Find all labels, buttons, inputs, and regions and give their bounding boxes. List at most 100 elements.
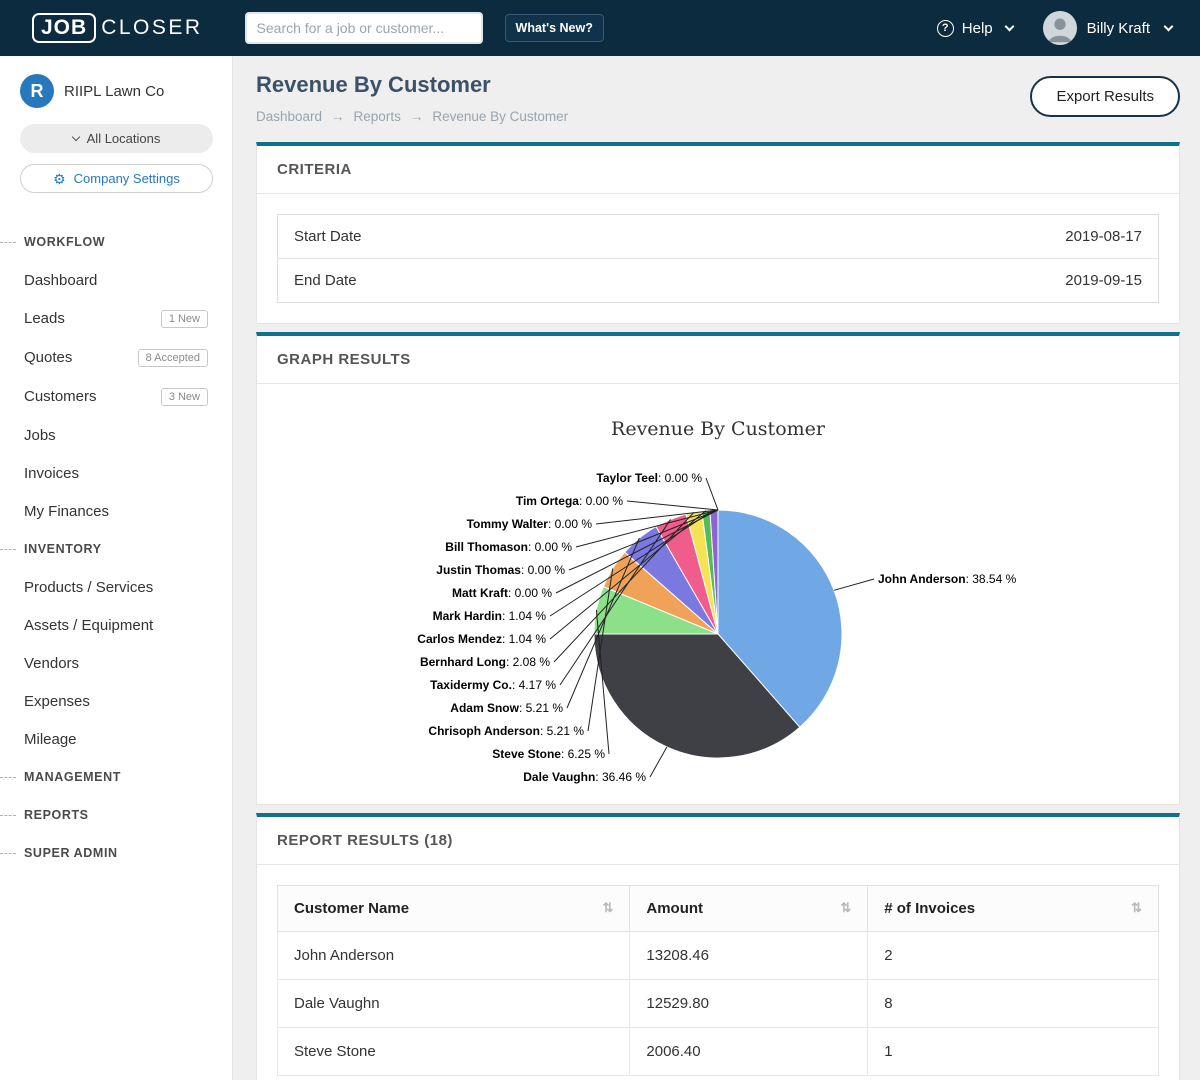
sidebar-item-label: Jobs (24, 427, 56, 444)
pie-label-line (706, 478, 718, 510)
whats-new-button[interactable]: What's New? (505, 14, 604, 42)
tree-dash-icon (0, 549, 16, 550)
help-icon: ? (937, 20, 954, 37)
sidebar-item-label: Invoices (24, 465, 79, 482)
pie-label-bill-thomason: Bill Thomason: 0.00 % (445, 540, 572, 554)
logo-closer-mark: CLOSER (101, 16, 202, 40)
criteria-card: CRITERIA Start Date2019-08-17End Date201… (256, 142, 1180, 324)
pie-chart-svg (257, 404, 1180, 804)
user-menu[interactable]: Billy Kraft (1043, 11, 1172, 45)
breadcrumb-item-revenue-by-customer[interactable]: Revenue By Customer (432, 109, 568, 124)
help-label: Help (962, 20, 993, 37)
criteria-value: 2019-09-15 (699, 259, 1159, 303)
table-cell: Dale Vaughn (278, 980, 630, 1028)
count-badge: 1 New (161, 310, 208, 328)
tree-dash-icon (0, 777, 16, 778)
criteria-label: End Date (278, 259, 699, 303)
logo-job-mark: JOB (32, 13, 96, 43)
column-label: Customer Name (294, 900, 409, 917)
sidebar-item-label: Products / Services (24, 579, 153, 596)
company-avatar: R (20, 74, 54, 108)
pie-label-taylor-teel: Taylor Teel: 0.00 % (596, 471, 702, 485)
sidebar-item-label: Assets / Equipment (24, 617, 153, 634)
sidebar-section-reports[interactable]: REPORTS (0, 796, 232, 834)
table-cell: 1 (868, 1028, 1159, 1076)
pie-label-tommy-walter: Tommy Walter: 0.00 % (467, 517, 592, 531)
sidebar-item-label: Leads (24, 310, 65, 327)
breadcrumb-item-dashboard[interactable]: Dashboard (256, 109, 322, 124)
report-header-row: Customer Name⇅Amount⇅ # of Invoices ⇅ (278, 886, 1159, 932)
sidebar-section-label: WORKFLOW (24, 235, 105, 249)
pie-label-matt-kraft: Matt Kraft: 0.00 % (452, 586, 552, 600)
sidebar-section-label: REPORTS (24, 808, 89, 822)
sidebar-item-my-finances[interactable]: My Finances (0, 492, 232, 530)
table-cell: 8 (868, 980, 1159, 1028)
table-cell: 12529.80 (630, 980, 868, 1028)
table-cell: 2006.40 (630, 1028, 868, 1076)
pie-chart: Revenue By Customer Taylor Teel: 0.00 %T… (257, 404, 1179, 804)
sidebar-item-invoices[interactable]: Invoices (0, 454, 232, 492)
sidebar-item-quotes[interactable]: Quotes8 Accepted (0, 338, 232, 377)
tree-dash-icon (0, 815, 16, 816)
sidebar-section-management[interactable]: MANAGEMENT (0, 758, 232, 796)
export-results-button[interactable]: Export Results (1030, 76, 1180, 117)
navbar-right-group: ? Help Billy Kraft (937, 11, 1172, 45)
sidebar-item-label: Expenses (24, 693, 90, 710)
sidebar-item-products-services[interactable]: Products / Services (0, 568, 232, 606)
help-menu[interactable]: ? Help (937, 20, 1013, 37)
criteria-label: Start Date (278, 215, 699, 259)
criteria-row: End Date2019-09-15 (278, 259, 1159, 303)
pie-label-line (627, 501, 718, 510)
table-row: Dale Vaughn12529.808 (278, 980, 1159, 1028)
pie-label-bernhard-long: Bernhard Long: 2.08 % (420, 655, 550, 669)
sidebar-item-dashboard[interactable]: Dashboard (0, 261, 232, 299)
column-label: # of Invoices (884, 900, 975, 917)
pie-label-john-anderson: John Anderson: 38.54 % (878, 572, 1016, 586)
count-badge: 3 New (161, 388, 208, 406)
table-cell: Steve Stone (278, 1028, 630, 1076)
breadcrumb-item-reports[interactable]: Reports (354, 109, 401, 124)
count-badge: 8 Accepted (138, 349, 208, 367)
sidebar-item-mileage[interactable]: Mileage (0, 720, 232, 758)
pie-label-dale-vaughn: Dale Vaughn: 36.46 % (523, 770, 646, 784)
table-cell: John Anderson (278, 932, 630, 980)
sidebar-item-vendors[interactable]: Vendors (0, 644, 232, 682)
app-logo[interactable]: JOB CLOSER (32, 13, 203, 43)
table-row: John Anderson13208.462 (278, 932, 1159, 980)
sidebar-item-label: Mileage (24, 731, 77, 748)
tree-dash-icon (0, 242, 16, 243)
pie-label-line (650, 747, 667, 777)
pie-label-carlos-mendez: Carlos Mendez: 1.04 % (417, 632, 546, 646)
sidebar-section-inventory[interactable]: INVENTORY (0, 530, 232, 568)
user-name: Billy Kraft (1087, 20, 1150, 37)
company-name: RIIPL Lawn Co (64, 83, 164, 100)
sidebar-item-leads[interactable]: Leads 1 New (0, 299, 232, 338)
sidebar-item-assets-equipment[interactable]: Assets / Equipment (0, 606, 232, 644)
sidebar: R RIIPL Lawn Co All Locations ⚙ Company … (0, 56, 233, 1080)
sort-icon: ⇅ (1131, 900, 1142, 916)
sidebar-item-expenses[interactable]: Expenses (0, 682, 232, 720)
pie-label-taxidermy-co: Taxidermy Co.: 4.17 % (430, 678, 556, 692)
criteria-card-title: CRITERIA (257, 146, 1179, 194)
sidebar-section-label: MANAGEMENT (24, 770, 121, 784)
app-shell: R RIIPL Lawn Co All Locations ⚙ Company … (0, 56, 1200, 1080)
page-title: Revenue By Customer (256, 72, 568, 98)
sidebar-item-customers[interactable]: Customers3 New (0, 377, 232, 416)
company-settings-button[interactable]: ⚙ Company Settings (20, 164, 213, 193)
sidebar-item-jobs[interactable]: Jobs (0, 416, 232, 454)
criteria-row: Start Date2019-08-17 (278, 215, 1159, 259)
report-results-card: REPORT RESULTS (18) Customer Name⇅Amount… (256, 813, 1180, 1080)
pie-label-steve-stone: Steve Stone: 6.25 % (492, 747, 605, 761)
sidebar-section-super-admin[interactable]: SUPER ADMIN (0, 834, 232, 872)
breadcrumb-arrow-icon: → (410, 109, 424, 124)
sort-header-amount[interactable]: Amount⇅ (630, 886, 868, 932)
all-locations-dropdown[interactable]: All Locations (20, 124, 213, 153)
tree-dash-icon (0, 853, 16, 854)
sidebar-section-workflow[interactable]: WORKFLOW (0, 223, 232, 261)
sort-header-customer-name[interactable]: Customer Name⇅ (278, 886, 630, 932)
sidebar-item-label: Vendors (24, 655, 79, 672)
sort-header-of-invoices[interactable]: # of Invoices ⇅ (868, 886, 1159, 932)
global-search-input[interactable] (245, 12, 483, 44)
sidebar-section-label: SUPER ADMIN (24, 846, 118, 860)
table-row: Steve Stone2006.401 (278, 1028, 1159, 1076)
